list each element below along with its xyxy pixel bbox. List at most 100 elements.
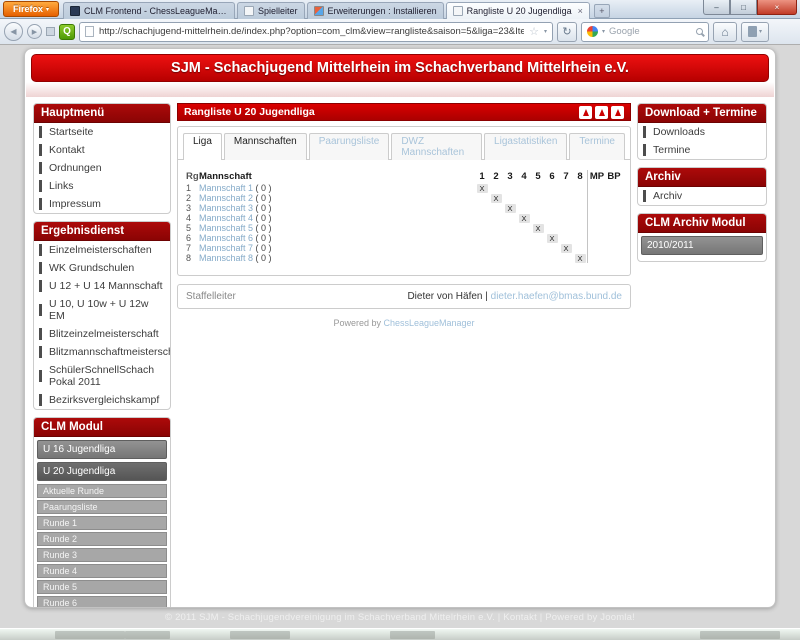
menu-item[interactable]: Downloads	[638, 123, 766, 141]
menu-item[interactable]: Links	[34, 177, 170, 195]
crosstable-row: 2Mannschaft 2 ( 0 )X	[186, 193, 622, 203]
round-header: 2	[489, 171, 503, 182]
menu-item[interactable]: Blitzeinzelmeisterschaft	[34, 325, 170, 343]
menu-item[interactable]: Ordnungen	[34, 159, 170, 177]
search-icon[interactable]	[696, 28, 703, 35]
browser-tab[interactable]: Spielleiter	[237, 2, 305, 19]
league-button[interactable]: U 20 Jugendliga	[37, 462, 167, 481]
addon-toolbar-icon[interactable]: Q	[59, 24, 75, 40]
crosstable: RgMannschaft12345678MPBP1Mannschaft 1 ( …	[186, 170, 622, 263]
tab-mannschaften[interactable]: Mannschaften	[224, 133, 307, 160]
clm-nav-button[interactable]: Paarungsliste	[37, 500, 167, 514]
archiv-season-button[interactable]: 2010/2011	[641, 236, 763, 255]
team-link[interactable]: Mannschaft 7	[199, 243, 253, 253]
firefox-menu-button[interactable]: Firefox ▾	[3, 1, 59, 17]
browser-tab[interactable]: Rangliste U 20 Jugendliga×	[446, 2, 590, 19]
clm-nav-button[interactable]: Runde 2	[37, 532, 167, 546]
team-link[interactable]: Mannschaft 6	[199, 233, 253, 243]
clm-nav-button[interactable]: Runde 1	[37, 516, 167, 530]
staffelleiter-email-link[interactable]: dieter.haefen@bmas.bund.de	[491, 291, 622, 302]
staffelleiter-name: Dieter von Häfen	[407, 291, 482, 302]
site-favicon	[85, 26, 94, 37]
new-tab-button[interactable]: +	[594, 4, 610, 18]
crosstable-row: 6Mannschaft 6 ( 0 )X	[186, 233, 622, 243]
menu-item[interactable]: WK Grundschulen	[34, 259, 170, 277]
archiv-modul-box: CLM Archiv Modul2010/2011	[637, 213, 767, 262]
menu-item[interactable]: U 12 + U 14 Mannschaft	[34, 277, 170, 295]
search-input[interactable]: Google	[609, 26, 692, 37]
menu-item[interactable]: Startseite	[34, 123, 170, 141]
team-link[interactable]: Mannschaft 1	[199, 183, 253, 193]
pdf-export-icon[interactable]	[579, 106, 592, 119]
maximize-button[interactable]: □	[730, 0, 757, 15]
round-header: 3	[503, 171, 517, 182]
search-engine-dropdown-icon[interactable]: ▾	[602, 28, 605, 35]
tab-ligastatistiken[interactable]: Ligastatistiken	[484, 133, 567, 160]
staffelleiter-box: Staffelleiter Dieter von Häfen | dieter.…	[177, 284, 631, 309]
menu-item[interactable]: Termine	[638, 141, 766, 159]
chessleaguemanager-link[interactable]: ChessLeagueManager	[383, 318, 474, 328]
menu-item[interactable]: Bezirksvergleichskampf	[34, 391, 170, 409]
team-cell: Mannschaft 7 ( 0 )	[199, 243, 317, 253]
pdf-export-icon[interactable]	[611, 106, 624, 119]
mp-cell	[587, 213, 606, 223]
tab-liga[interactable]: Liga	[183, 133, 222, 160]
forward-button[interactable]: ▶	[27, 24, 42, 39]
clm-nav-button[interactable]: Aktuelle Runde	[37, 484, 167, 498]
menu-box: Download + TermineDownloadsTermine	[637, 103, 767, 160]
search-box[interactable]: ▾ Google	[581, 22, 709, 42]
page-container: SJM - Schachjugend Mittelrhein im Schach…	[24, 48, 776, 608]
team-header: Mannschaft	[199, 171, 317, 182]
item-marker	[39, 144, 42, 156]
menu-item[interactable]: Impressum	[34, 195, 170, 213]
home-button[interactable]: ⌂	[713, 22, 737, 42]
menu-item-label: Bezirksvergleichskampf	[49, 394, 159, 406]
bookmarks-button[interactable]: ▾	[741, 22, 769, 42]
sidebar-right: Download + TermineDownloadsTermine Archiv…	[637, 103, 767, 269]
taskbar-strip	[0, 628, 800, 640]
menu-item-label: Startseite	[49, 126, 93, 138]
browser-tab[interactable]: Erweiterungen : Installieren	[307, 2, 444, 19]
team-link[interactable]: Mannschaft 2	[199, 193, 253, 203]
url-dropdown-icon[interactable]: ▾	[544, 28, 547, 35]
clm-nav-button[interactable]: Runde 3	[37, 548, 167, 562]
clm-nav-button[interactable]: Runde 4	[37, 564, 167, 578]
close-button[interactable]: ×	[757, 0, 797, 15]
item-marker	[39, 162, 42, 174]
back-button[interactable]: ◀	[4, 22, 23, 41]
menu-item[interactable]: Einzelmeisterschaften	[34, 241, 170, 259]
browser-tab[interactable]: CLM Frontend - ChessLeagueManager	[63, 2, 235, 19]
taskbar-item	[390, 631, 435, 639]
round-header: 1	[475, 171, 489, 182]
menu-item-label: U 12 + U 14 Mannschaft	[49, 280, 163, 292]
menu-item[interactable]: U 10, U 10w + U 12w EM	[34, 295, 170, 325]
team-link[interactable]: Mannschaft 5	[199, 223, 253, 233]
round-header: 4	[517, 171, 531, 182]
reload-button[interactable]: ↻	[557, 22, 577, 42]
sidebar-left: HauptmenüStartseiteKontaktOrdnungenLinks…	[33, 103, 171, 608]
toolbar-button[interactable]	[46, 27, 55, 36]
tab-dwz-mannschaften[interactable]: DWZ Mannschaften	[391, 133, 482, 160]
clm-nav-button[interactable]: Runde 5	[37, 580, 167, 594]
menu-item[interactable]: Blitzmannschaftmeisterschaft	[34, 343, 170, 361]
tab-close-icon[interactable]: ×	[578, 6, 583, 16]
url-text[interactable]: http://schachjugend-mittelrhein.de/index…	[99, 26, 524, 37]
url-bar[interactable]: http://schachjugend-mittelrhein.de/index…	[79, 22, 553, 42]
minimize-button[interactable]: –	[703, 0, 730, 15]
team-cell: Mannschaft 3 ( 0 )	[199, 203, 317, 213]
tab-termine[interactable]: Termine	[569, 133, 625, 160]
team-link[interactable]: Mannschaft 4	[199, 213, 253, 223]
menu-item[interactable]: Kontakt	[34, 141, 170, 159]
item-marker	[39, 262, 42, 274]
menu-item-label: Links	[49, 180, 74, 192]
tab-paarungsliste[interactable]: Paarungsliste	[309, 133, 390, 160]
clm-nav-button[interactable]: Runde 6	[37, 596, 167, 608]
menu-item[interactable]: Archiv	[638, 187, 766, 205]
league-button[interactable]: U 16 Jugendliga	[37, 440, 167, 459]
menu-item[interactable]: SchülerSchnellSchach Pokal 2011	[34, 361, 170, 391]
team-link[interactable]: Mannschaft 3	[199, 203, 253, 213]
bookmark-star-icon[interactable]: ☆	[529, 25, 539, 38]
team-score-note: ( 0 )	[253, 203, 272, 213]
pdf-export-icon[interactable]	[595, 106, 608, 119]
team-link[interactable]: Mannschaft 8	[199, 253, 253, 263]
